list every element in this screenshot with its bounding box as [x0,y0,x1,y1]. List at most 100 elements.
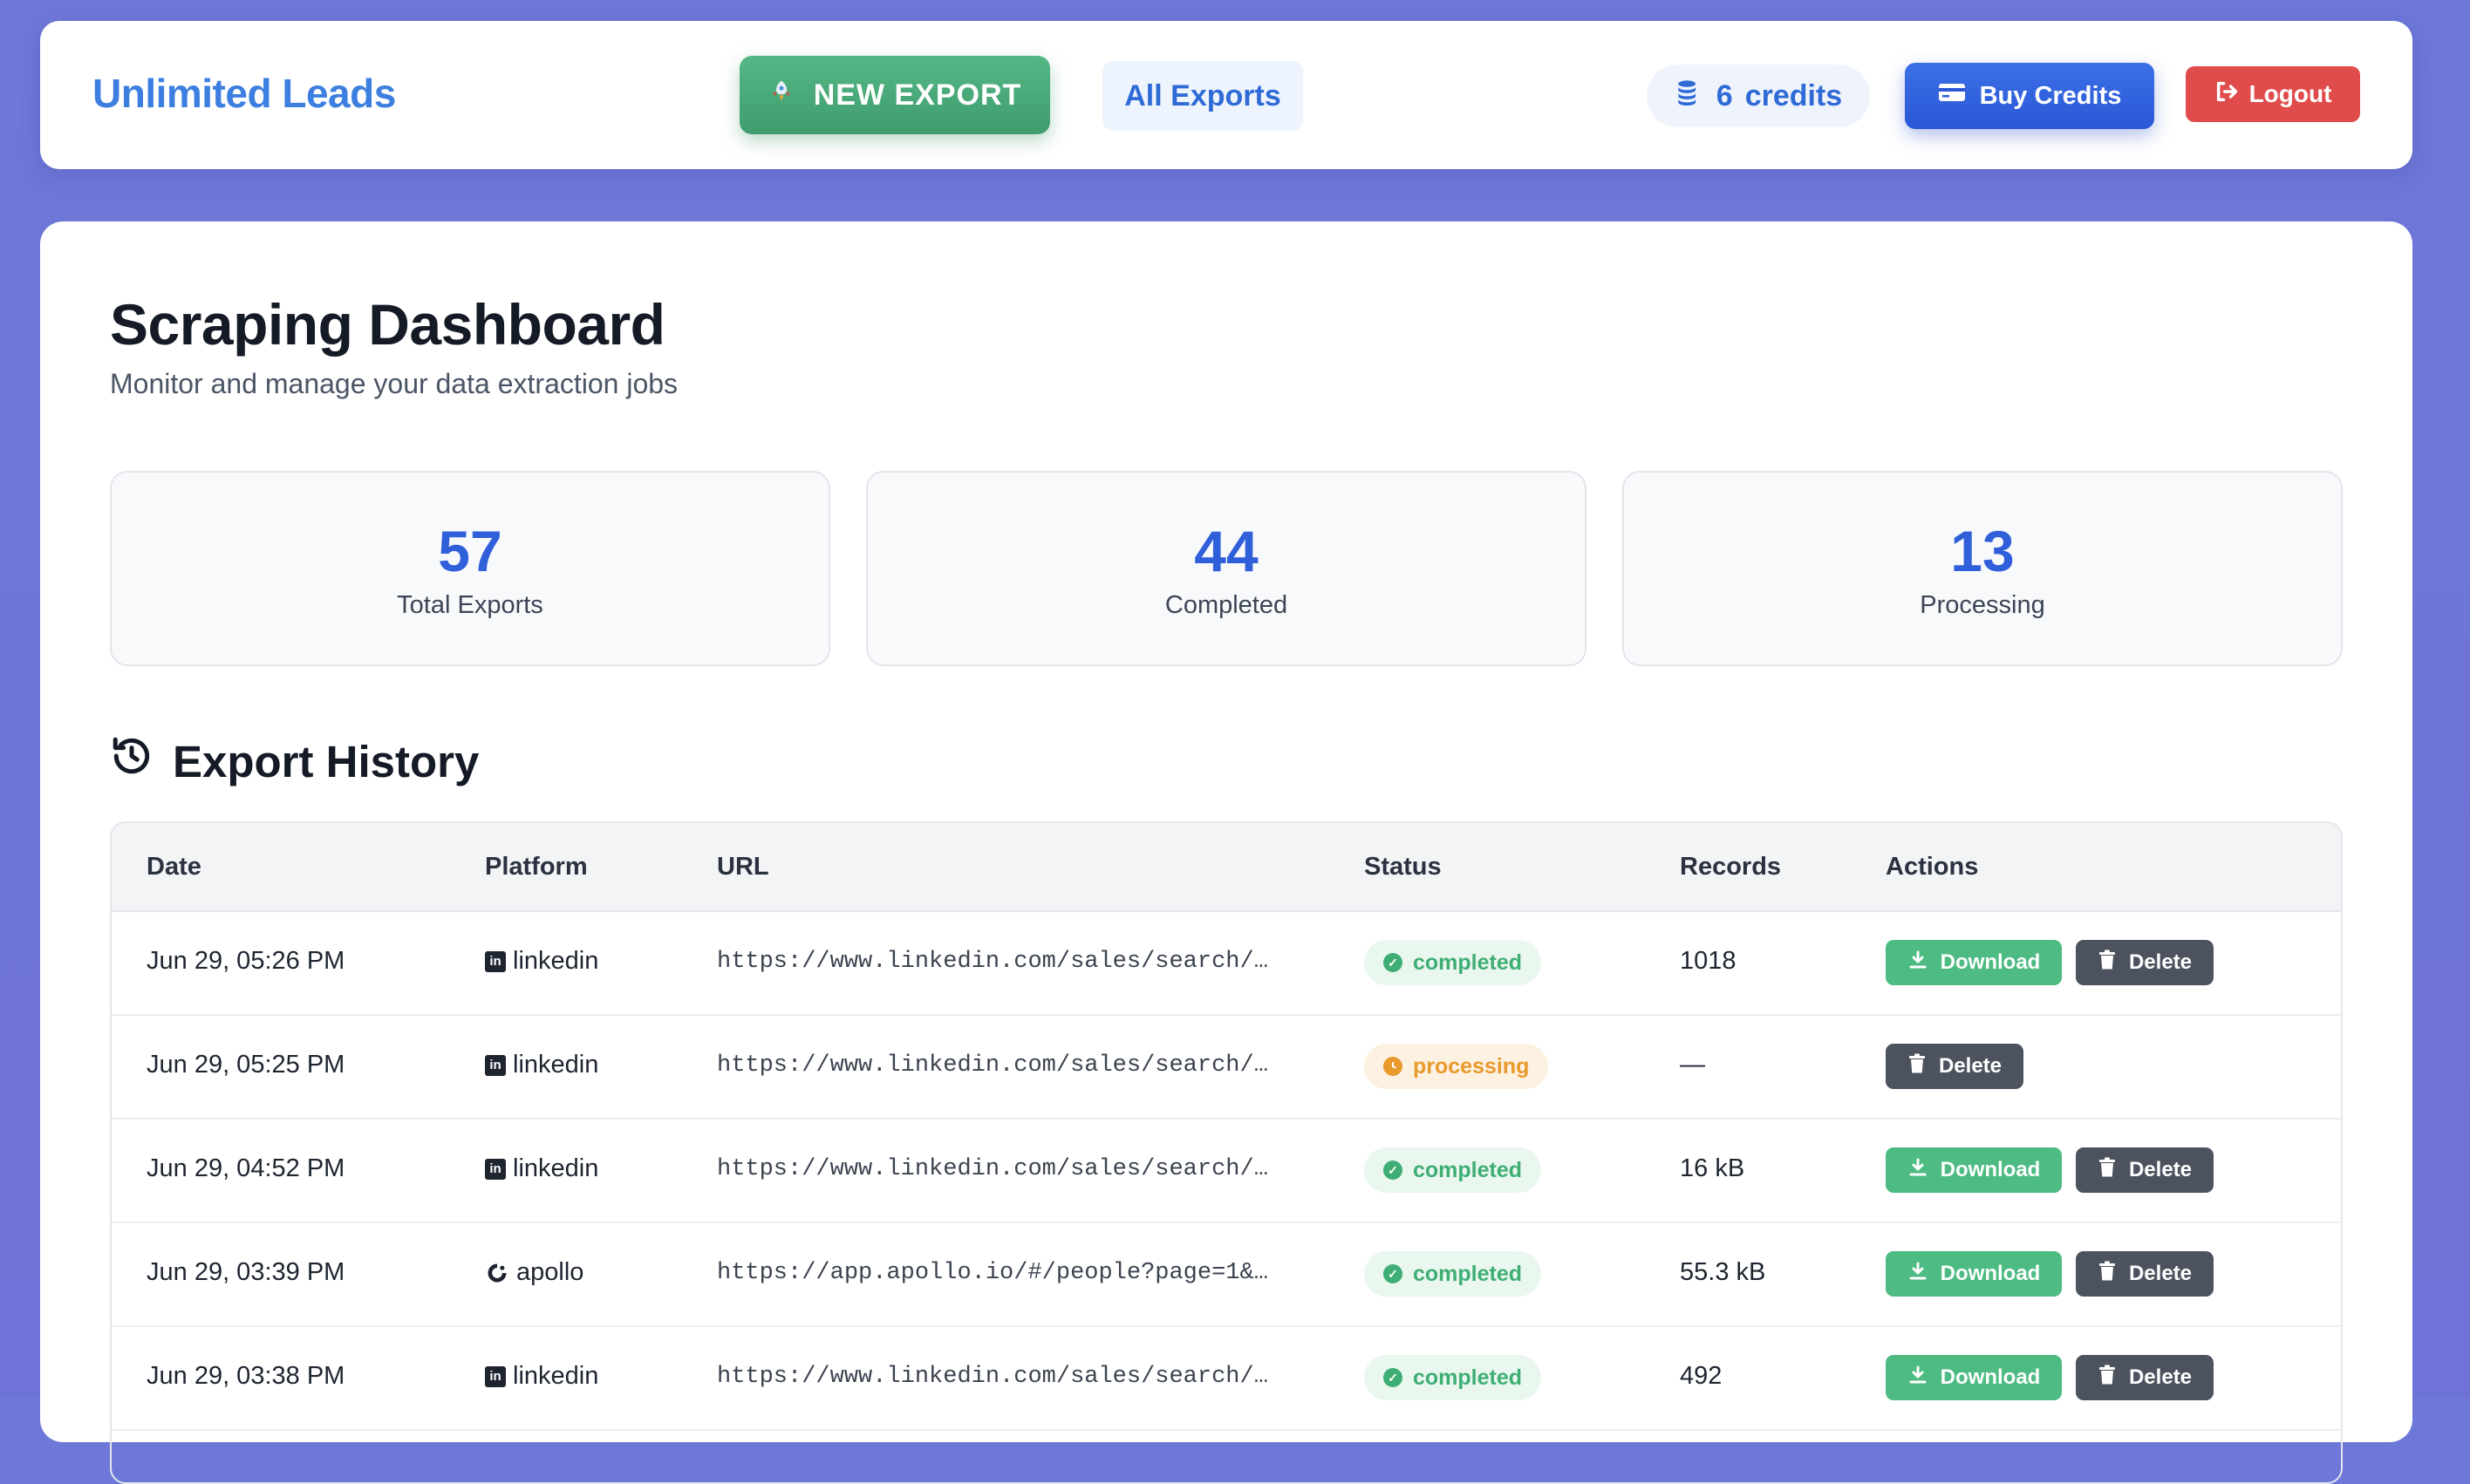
row-url[interactable]: https://www.linkedin.com/sales/search/… [717,949,1268,975]
status-badge: processing [1364,1044,1549,1089]
check-circle-icon: ✓ [1383,1264,1402,1283]
stat-label: Total Exports [397,591,543,619]
all-exports-button[interactable]: All Exports [1102,61,1303,131]
row-platform: in linkedin [485,1362,598,1391]
delete-button[interactable]: Delete [2076,940,2214,985]
linkedin-icon: in [485,1158,506,1180]
check-circle-icon: ✓ [1383,953,1402,972]
download-button[interactable]: Download [1886,1251,2062,1297]
row-actions: Download Delete [1886,1147,2214,1193]
download-button[interactable]: Download [1886,940,2062,985]
row-status: ✓ completed [1364,1251,1542,1297]
row-url[interactable]: https://www.linkedin.com/sales/search/… [717,1156,1268,1182]
row-url[interactable]: https://app.apollo.io/#/people?page=1&… [717,1260,1268,1286]
delete-button[interactable]: Delete [2076,1147,2214,1193]
row-actions: Download Delete [1886,940,2214,985]
row-records: 16 kB [1680,1154,1745,1182]
status-label: completed [1413,1365,1523,1390]
column-header-status[interactable]: Status [1364,853,1442,882]
table-row: Jun 29, 03:38 PM in linkedin https://www… [112,1327,2341,1431]
export-history-heading: Export History [110,734,479,788]
new-export-label: NEW EXPORT [813,78,1022,112]
linkedin-icon: in [485,1365,506,1387]
delete-button[interactable]: Delete [1886,1044,2023,1089]
row-date: Jun 29, 05:25 PM [147,1051,345,1079]
row-actions: Download Delete [1886,1355,2214,1400]
platform-label: linkedin [513,1362,599,1390]
coins-icon [1675,78,1704,115]
logout-label: Logout [2248,80,2332,107]
delete-button[interactable]: Delete [2076,1355,2214,1400]
trash-icon [2098,950,2117,977]
new-export-button[interactable]: NEW EXPORT [740,56,1050,134]
column-header-platform[interactable]: Platform [485,853,588,882]
row-date: Jun 29, 05:26 PM [147,947,345,975]
column-header-date[interactable]: Date [147,853,201,882]
row-records: 55.3 kB [1680,1258,1766,1286]
row-platform: apollo [485,1258,583,1287]
row-platform: in linkedin [485,947,598,976]
export-history-title: Export History [173,736,480,786]
download-button[interactable]: Download [1886,1147,2062,1193]
history-icon [110,734,154,788]
download-label: Download [1940,1262,2041,1285]
row-platform: in linkedin [485,1154,598,1183]
stat-card-processing: 13 Processing [1622,471,2343,666]
stat-value: 44 [1194,519,1259,583]
stat-card-total-exports: 57 Total Exports [110,471,830,666]
platform-label: linkedin [513,1154,599,1182]
buy-credits-label: Buy Credits [1979,81,2122,110]
row-actions: Download Delete [1886,1251,2214,1297]
export-history-table: Date Platform URL Status Records Actions… [110,821,2343,1484]
trash-icon [2098,1261,2117,1288]
row-records: — [1680,1051,1705,1079]
status-label: processing [1413,1053,1530,1079]
delete-button[interactable]: Delete [2076,1251,2214,1297]
download-icon [1907,950,1928,977]
table-row: Jun 29, 05:26 PM in linkedin https://www… [112,912,2341,1016]
stat-value: 57 [438,519,502,583]
row-status: ✓ completed [1364,1147,1542,1193]
page-title: Scraping Dashboard [110,292,665,357]
credits-count: 6 [1716,78,1733,112]
apollo-icon [485,1261,509,1285]
top-navbar: Unlimited Leads NEW EXPORT All Exports 6… [40,21,2412,169]
status-badge: ✓ completed [1364,1251,1542,1297]
download-icon [1907,1261,1928,1288]
row-date: Jun 29, 03:38 PM [147,1362,345,1390]
column-header-actions: Actions [1886,853,1979,881]
column-header-records[interactable]: Records [1680,853,1781,882]
table-row: Jun 29, 05:25 PM in linkedin https://www… [112,1016,2341,1120]
status-badge: ✓ completed [1364,940,1542,985]
row-date: Jun 29, 04:52 PM [147,1154,345,1182]
row-platform: in linkedin [485,1051,598,1079]
delete-label: Delete [2128,1262,2193,1285]
download-label: Download [1940,1158,2041,1181]
brand-logo[interactable]: Unlimited Leads [92,70,396,117]
column-header-url[interactable]: URL [717,853,769,882]
row-url[interactable]: https://www.linkedin.com/sales/search/… [717,1052,1268,1079]
status-label: completed [1413,1157,1523,1182]
table-row: Jun 29, 04:52 PM in linkedin https://www… [112,1120,2341,1223]
row-url[interactable]: https://www.linkedin.com/sales/search/… [717,1364,1268,1390]
download-button[interactable]: Download [1886,1355,2062,1400]
row-actions: Delete [1886,1044,2023,1089]
credits-badge: 6 credits [1647,65,1870,127]
stat-value: 13 [1950,519,2015,583]
buy-credits-button[interactable]: Buy Credits [1905,63,2154,129]
delete-label: Delete [2128,1158,2193,1181]
credit-card-icon [1938,81,1966,111]
row-records: 492 [1680,1362,1723,1390]
status-badge: ✓ completed [1364,1147,1542,1193]
download-label: Download [1940,1365,2041,1389]
logout-button[interactable]: Logout [2186,66,2360,122]
row-status: processing [1364,1044,1549,1089]
table-row: Jun 29, 03:39 PM apollo https://app.apol… [112,1223,2341,1327]
sign-out-icon [2214,80,2239,109]
check-circle-icon: ✓ [1383,1368,1402,1387]
delete-label: Delete [2128,1365,2193,1389]
row-date: Jun 29, 03:39 PM [147,1258,345,1286]
status-label: completed [1413,950,1523,975]
delete-label: Delete [2128,950,2193,974]
page-subtitle: Monitor and manage your data extraction … [110,368,679,399]
